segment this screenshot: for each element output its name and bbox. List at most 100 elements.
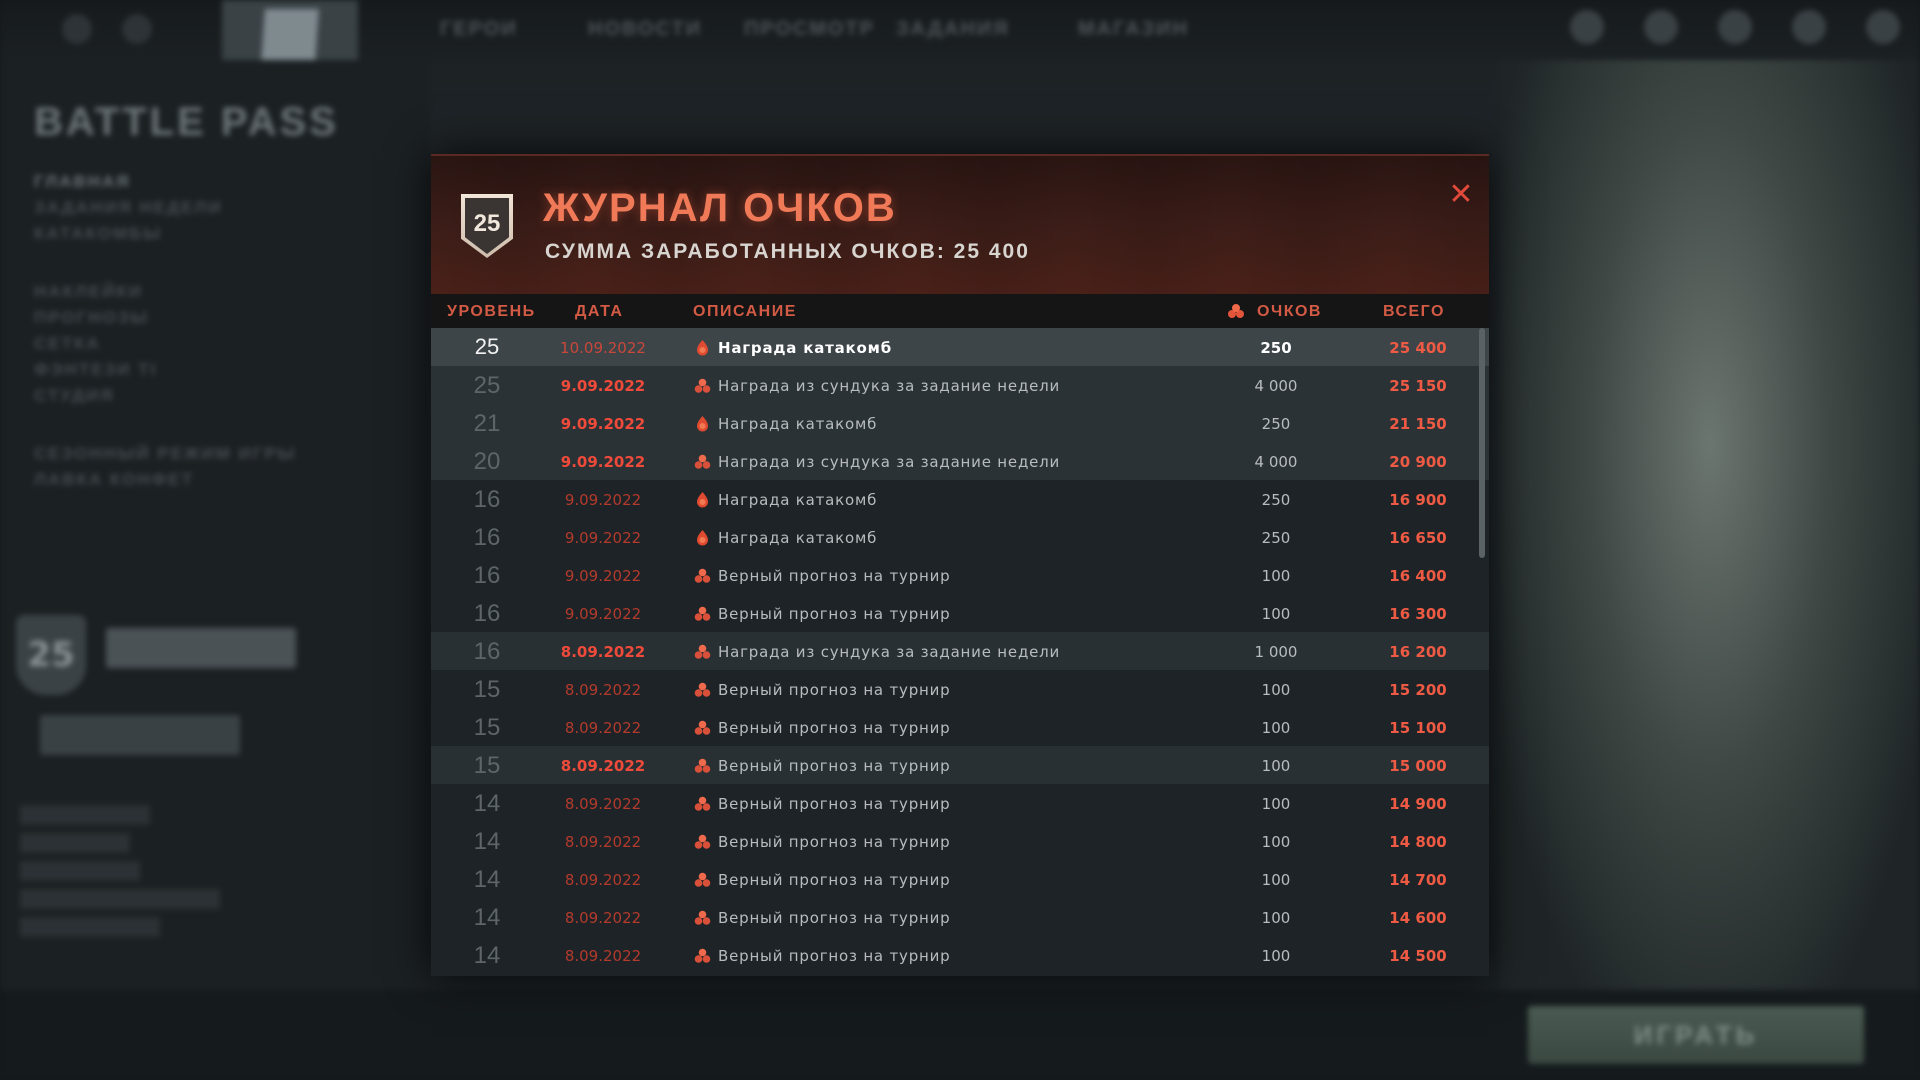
row-level: 14	[473, 828, 501, 855]
row-level: 16	[473, 600, 501, 627]
friend-list-item[interactable]	[20, 861, 140, 881]
table-row[interactable]: 16 8.09.2022 Награда из сундука за задание…	[431, 632, 1489, 670]
sidebar-action-button[interactable]	[40, 715, 240, 755]
close-button[interactable]: ✕	[1441, 174, 1481, 214]
nav-news[interactable]: НОВОСТИ	[588, 18, 702, 41]
table-row[interactable]: 14 8.09.2022 Верный прогноз на турнир 100 14…	[431, 898, 1489, 936]
scrollbar[interactable]	[1479, 328, 1485, 558]
table-row[interactable]: 14 8.09.2022 Верный прогноз на турнир 100 14…	[431, 860, 1489, 898]
sidebar-item-predictions[interactable]: ПРОГНОЗЫ	[34, 308, 149, 328]
back-arrow-icon[interactable]	[122, 14, 152, 44]
row-points: 4 000	[1254, 377, 1298, 395]
sidebar-item-candy[interactable]: ЛАВКА КОНФЕТ	[34, 470, 194, 490]
nav-watch[interactable]: ПРОСМОТР	[744, 18, 875, 41]
chat-icon[interactable]	[1718, 10, 1752, 44]
row-level: 25	[473, 372, 501, 399]
row-date: 8.09.2022	[560, 643, 646, 661]
row-level: 14	[473, 942, 501, 969]
table-row[interactable]: 15 8.09.2022 Верный прогноз на турнир 100 15…	[431, 670, 1489, 708]
chest-pile-icon	[694, 871, 711, 888]
row-description: Награда катакомб	[718, 339, 892, 357]
column-header-description[interactable]: Описание	[693, 303, 797, 321]
row-points: 4 000	[1254, 453, 1298, 471]
table-row[interactable]: 21 9.09.2022 Награда катакомб 250 21 150	[431, 404, 1489, 442]
avatar[interactable]	[1866, 10, 1900, 44]
profile-icon[interactable]	[1792, 10, 1826, 44]
sidebar-item-weekly[interactable]: ЗАДАНИЯ НЕДЕЛИ	[34, 198, 223, 218]
nav-heroes[interactable]: ГЕРОИ	[440, 18, 518, 41]
row-description: Награда из сундука за задание недели	[718, 377, 1061, 395]
row-total: 16 900	[1389, 491, 1447, 509]
table-row[interactable]: 25 9.09.2022 Награда из сундука за задание…	[431, 366, 1489, 404]
row-points: 100	[1261, 947, 1291, 965]
row-description: Верный прогноз на турнир	[718, 757, 951, 775]
row-date: 9.09.2022	[564, 567, 642, 585]
table-row[interactable]: 15 8.09.2022 Верный прогноз на турнир 100 15…	[431, 746, 1489, 784]
row-description: Верный прогноз на турнир	[718, 681, 951, 699]
settings-icon[interactable]	[62, 14, 92, 44]
friend-list-item[interactable]	[20, 889, 220, 909]
row-description: Награда катакомб	[718, 529, 878, 547]
row-date: 8.09.2022	[564, 947, 642, 965]
friend-list-item[interactable]	[20, 833, 130, 853]
table-row[interactable]: 25 10.09.2022 Награда катакомб 250 25 400	[431, 328, 1489, 366]
row-total: 14 900	[1389, 795, 1447, 813]
row-level: 15	[473, 752, 501, 779]
row-level: 14	[473, 904, 501, 931]
catacomb-drop-icon	[694, 491, 711, 508]
row-date: 9.09.2022	[560, 415, 646, 433]
chest-pile-icon	[694, 605, 711, 622]
row-points: 100	[1261, 871, 1291, 889]
table-row[interactable]: 14 8.09.2022 Верный прогноз на турнир 100 14…	[431, 936, 1489, 974]
table-row[interactable]: 14 8.09.2022 Верный прогноз на турнир 100 14…	[431, 784, 1489, 822]
row-total: 15 100	[1389, 719, 1447, 737]
row-date: 9.09.2022	[564, 491, 642, 509]
friends-icon[interactable]	[1644, 10, 1678, 44]
row-date: 8.09.2022	[564, 871, 642, 889]
row-points: 100	[1261, 605, 1291, 623]
friend-list-item[interactable]	[20, 917, 160, 937]
top-navigation-bar: ГЕРОИ НОВОСТИ ПРОСМОТР ЗАДАНИЯ МАГАЗИН	[0, 0, 1920, 72]
currency-icon[interactable]	[1570, 10, 1604, 44]
sidebar-item-fantasy[interactable]: ФЭНТЕЗИ TI	[34, 360, 157, 380]
table-row[interactable]: 16 9.09.2022 Награда катакомб 250 16 900	[431, 480, 1489, 518]
table-header: Уровень Дата Описание Очков Всего	[431, 294, 1489, 328]
row-date: 9.09.2022	[560, 453, 646, 471]
row-description: Верный прогноз на турнир	[718, 567, 951, 585]
chest-pile-icon	[694, 719, 711, 736]
points-log-dialog: 25 Журнал очков Сумма заработанных очков…	[431, 154, 1489, 976]
friend-list-item[interactable]	[20, 805, 150, 825]
table-row[interactable]: 14 8.09.2022 Верный прогноз на турнир 100 14…	[431, 822, 1489, 860]
nav-quests[interactable]: ЗАДАНИЯ	[896, 18, 1010, 41]
column-header-date[interactable]: Дата	[575, 303, 623, 321]
row-date: 9.09.2022	[564, 529, 642, 547]
column-header-level[interactable]: Уровень	[447, 303, 536, 321]
play-button[interactable]: ИГРАТЬ	[1528, 1006, 1864, 1064]
row-total: 16 200	[1389, 643, 1447, 661]
column-header-points[interactable]: Очков	[1257, 303, 1322, 321]
hero-artwork	[1500, 60, 1920, 1020]
row-total: 25 150	[1389, 377, 1447, 395]
table-row[interactable]: 15 8.09.2022 Верный прогноз на турнир 100 15…	[431, 708, 1489, 746]
table-row[interactable]: 16 9.09.2022 Верный прогноз на турнир 100 16…	[431, 594, 1489, 632]
row-points: 250	[1260, 339, 1292, 357]
table-row[interactable]: 20 9.09.2022 Награда из сундука за задание…	[431, 442, 1489, 480]
table-row[interactable]: 16 9.09.2022 Награда катакомб 250 16 650	[431, 518, 1489, 556]
row-date: 8.09.2022	[560, 757, 646, 775]
sidebar-item-main[interactable]: ГЛАВНАЯ	[34, 172, 130, 192]
sidebar-item-stickers[interactable]: НАКЛЕЙКИ	[34, 282, 143, 302]
table-row[interactable]: 16 9.09.2022 Верный прогноз на турнир 100 16…	[431, 556, 1489, 594]
sidebar-item-seasonal[interactable]: СЕЗОННЫЙ РЕЖИМ ИГРЫ	[34, 444, 296, 464]
sidebar-item-catacombs[interactable]: КАТАКОМБЫ	[34, 224, 162, 244]
chest-pile-icon	[694, 567, 711, 584]
row-points: 250	[1261, 415, 1291, 433]
row-description: Верный прогноз на турнир	[718, 833, 951, 851]
row-total: 14 600	[1389, 909, 1447, 927]
nav-store[interactable]: МАГАЗИН	[1078, 18, 1189, 41]
sidebar-item-studio[interactable]: СТУДИЯ	[34, 386, 115, 406]
row-total: 25 400	[1389, 339, 1447, 357]
row-level: 14	[473, 866, 501, 893]
sidebar-item-bracket[interactable]: СЕТКА	[34, 334, 101, 354]
dialog-title: Журнал очков	[543, 186, 897, 230]
column-header-total[interactable]: Всего	[1383, 303, 1445, 321]
